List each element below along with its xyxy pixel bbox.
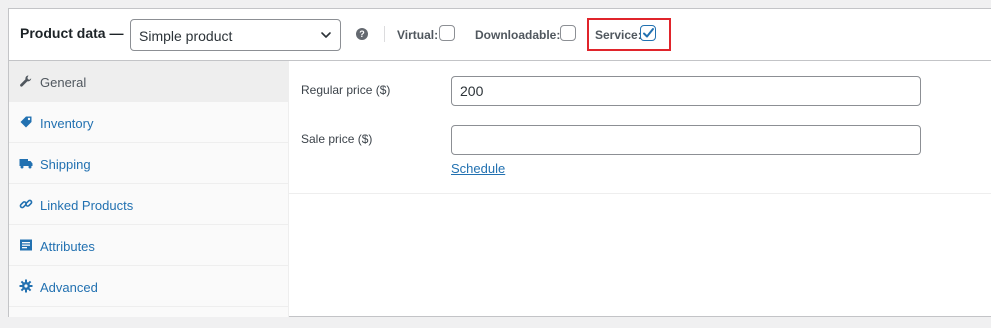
virtual-label: Virtual: xyxy=(397,28,439,42)
tag-icon xyxy=(20,116,32,128)
tab-label: General xyxy=(40,75,87,90)
tab-label: Inventory xyxy=(40,116,94,131)
sale-price-label: Sale price ($) xyxy=(301,132,373,146)
tab-label: Attributes xyxy=(40,239,95,254)
product-data-panel: Product data — Simple product ? Virtual:… xyxy=(8,8,991,317)
chevron-down-icon xyxy=(321,32,331,38)
product-data-title: Product data — xyxy=(20,25,124,41)
service-label: Service: xyxy=(595,28,642,42)
wrench-icon xyxy=(20,75,32,87)
downloadable-label: Downloadable: xyxy=(475,28,561,42)
downloadable-checkbox[interactable] xyxy=(560,25,576,41)
tab-shipping[interactable]: Shipping xyxy=(9,143,288,184)
tab-label: Linked Products xyxy=(40,198,134,213)
tab-linked-products[interactable]: Linked Products xyxy=(9,184,288,225)
general-panel: Regular price ($) Sale price ($) Schedul… xyxy=(289,61,991,194)
schedule-link[interactable]: Schedule xyxy=(451,161,505,176)
tab-label: Advanced xyxy=(40,280,98,295)
link-icon xyxy=(19,199,33,209)
tab-attributes[interactable]: Attributes xyxy=(9,225,288,266)
checkmark-icon xyxy=(643,28,654,38)
tab-inventory[interactable]: Inventory xyxy=(9,102,288,143)
service-checkbox[interactable] xyxy=(640,25,656,41)
gear-icon xyxy=(19,279,33,293)
regular-price-input[interactable] xyxy=(451,76,921,106)
regular-price-label: Regular price ($) xyxy=(301,83,391,97)
virtual-checkbox[interactable] xyxy=(439,25,455,41)
sale-price-input[interactable] xyxy=(451,125,921,155)
product-type-selected: Simple product xyxy=(139,28,233,44)
header-divider xyxy=(384,26,385,42)
tab-label: Shipping xyxy=(40,157,91,172)
product-data-header: Product data — Simple product ? Virtual:… xyxy=(9,9,991,61)
product-type-select[interactable]: Simple product xyxy=(130,19,341,51)
question-icon[interactable]: ? xyxy=(356,28,368,40)
tab-general[interactable]: General xyxy=(9,61,288,102)
truck-icon xyxy=(19,159,33,169)
list-icon xyxy=(20,239,32,251)
product-data-tabs: General Inventory Shipping Linked Produc… xyxy=(9,61,289,317)
tab-advanced[interactable]: Advanced xyxy=(9,266,288,307)
